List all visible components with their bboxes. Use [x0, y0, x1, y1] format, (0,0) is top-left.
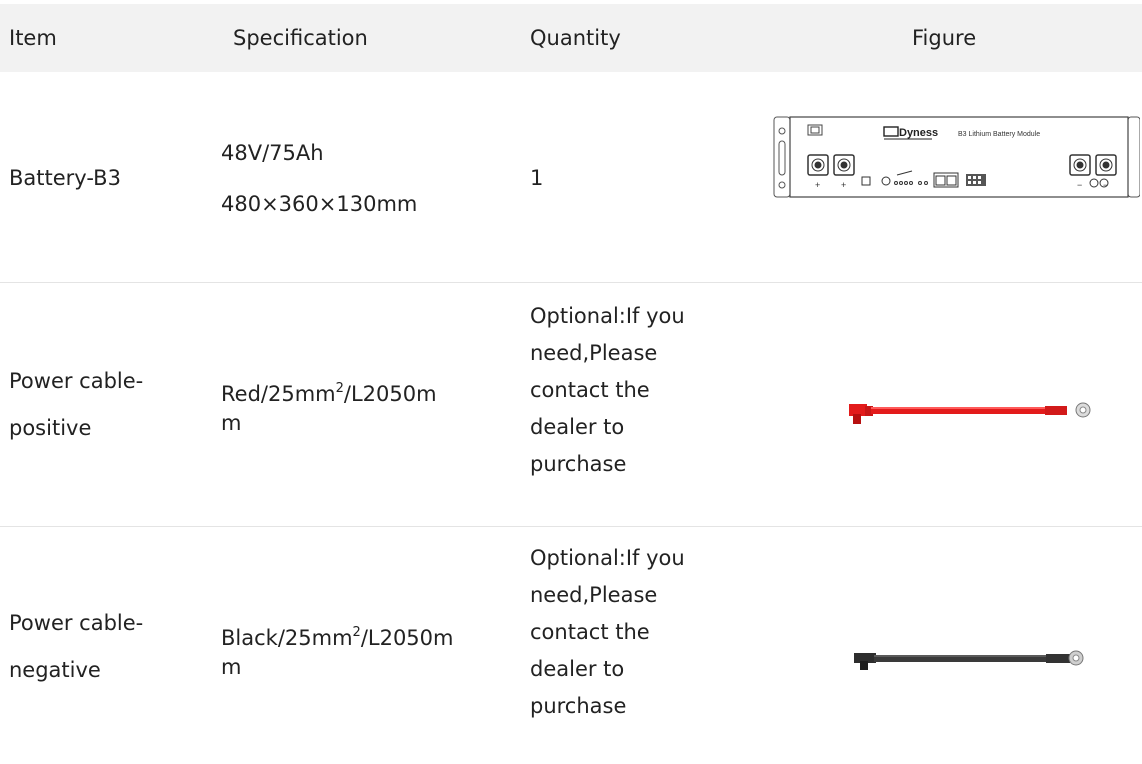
row-negative-item-line2: negative: [9, 658, 101, 682]
row-battery-spec-size: 480×360×130mm: [221, 192, 418, 216]
battery-brand-text: Dyness: [899, 127, 938, 139]
header-quantity: Quantity: [530, 26, 621, 50]
row-positive-spec-line2: m: [221, 411, 242, 435]
row-divider: [0, 526, 1142, 527]
svg-text:−: −: [1077, 180, 1082, 190]
row-battery-spec-voltage: 48V/75Ah: [221, 141, 324, 165]
row-negative-item-line1: Power cable-: [9, 611, 144, 635]
header-specification: Specification: [233, 26, 368, 50]
negative-cable-figure: [854, 650, 1084, 670]
row-negative-spec: Black/25mm2/L2050m: [221, 625, 454, 650]
svg-text:+: +: [841, 180, 846, 190]
header-figure: Figure: [912, 26, 977, 50]
row-negative-quantity: Optional:If you need,Please contact the …: [530, 546, 685, 718]
battery-module-label: B3 Lithium Battery Module: [958, 131, 1040, 138]
positive-cable-figure: [849, 402, 1091, 424]
row-divider: [0, 282, 1142, 283]
row-battery-item: Battery-B3: [9, 166, 121, 190]
header-item: Item: [9, 26, 57, 50]
row-positive-item-line2: positive: [9, 416, 92, 440]
battery-module-figure: Dyness B3 Lithium Battery Module + + − −: [773, 116, 1140, 198]
row-negative-spec-line2: m: [221, 655, 242, 679]
svg-text:+: +: [815, 180, 820, 190]
row-positive-quantity: Optional:If you need,Please contact the …: [530, 304, 685, 476]
row-battery-quantity: 1: [530, 166, 544, 190]
row-positive-spec: Red/25mm2/L2050m: [221, 381, 437, 406]
row-positive-item-line1: Power cable-: [9, 369, 144, 393]
